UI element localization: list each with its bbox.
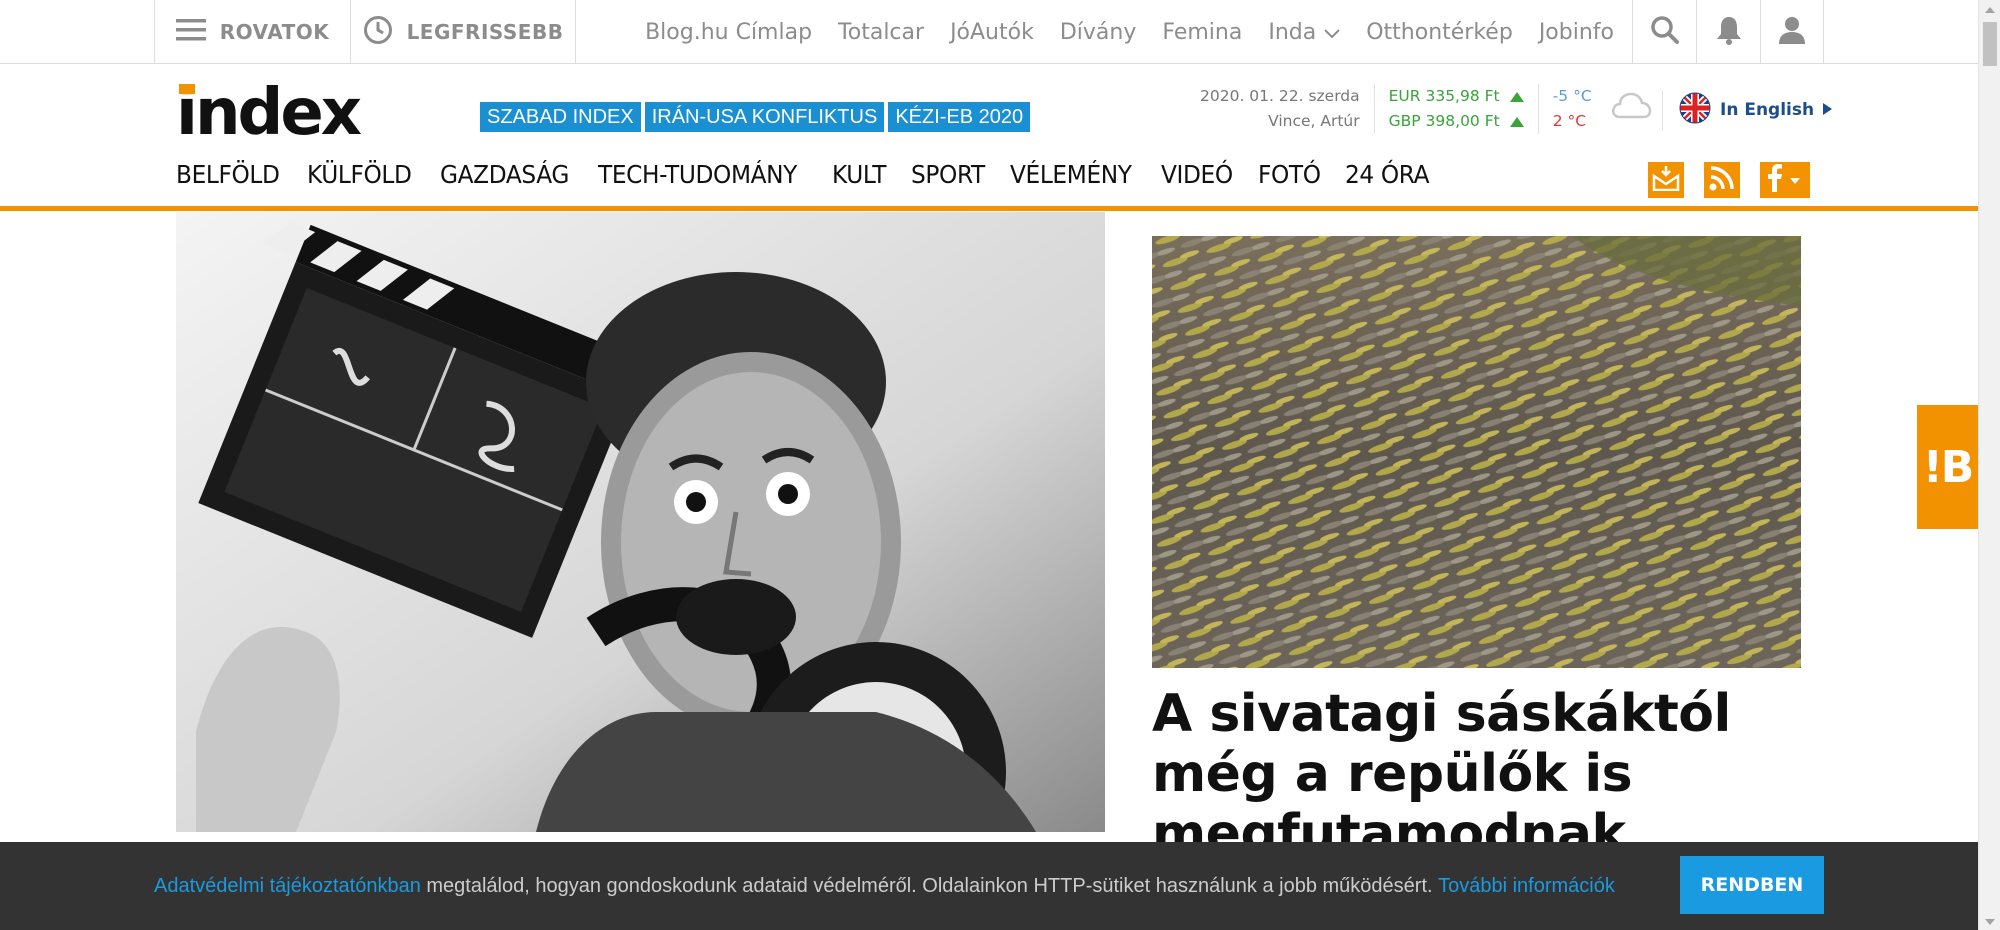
locusts-article-photo[interactable] [1152, 236, 1801, 668]
privacy-policy-link[interactable]: Adatvédelmi tájékoztatónkban [154, 875, 421, 898]
caret-down-icon [1985, 912, 1995, 930]
scroll-thumb[interactable] [1983, 22, 1997, 66]
up-arrow-icon [1509, 116, 1524, 127]
account-button[interactable] [1760, 0, 1824, 64]
nav-icons [1648, 162, 1810, 198]
accept-cookies-button[interactable]: RENDBEN [1680, 856, 1824, 914]
clock-icon [363, 15, 393, 50]
rss-icon [1709, 165, 1735, 196]
bell-icon [1715, 15, 1743, 50]
newsletter-icon [1652, 165, 1680, 196]
logo-text: index [176, 84, 362, 140]
side-tab-label: !B [1922, 441, 1975, 493]
facebook-button[interactable] [1760, 162, 1810, 198]
inda-label: Inda [1268, 19, 1317, 45]
temp-min: -5 °C [1552, 87, 1592, 105]
link-divany[interactable]: Dívány [1060, 20, 1137, 45]
play-arrow-icon [1823, 100, 1833, 120]
newsletter-button[interactable] [1648, 162, 1684, 198]
in-english-label: In English [1720, 100, 1815, 120]
link-inda-dropdown[interactable]: Inda [1268, 20, 1340, 45]
nav-sport[interactable]: SPORT [911, 160, 1013, 189]
rss-button[interactable] [1704, 162, 1740, 198]
notifications-button[interactable] [1696, 0, 1760, 64]
cookie-body-text: megtalálod, hogyan gondoskodunk adataid … [420, 874, 1439, 897]
rovatok-label: ROVATOK [219, 20, 330, 44]
date-block: 2020. 01. 22. szerda Vince, Artúr [1200, 84, 1375, 134]
link-totalcar[interactable]: Totalcar [838, 20, 924, 45]
temp-max: 2 °C [1552, 112, 1587, 130]
rovatok-button[interactable]: ROVATOK [154, 0, 350, 64]
main-nav: BELFÖLD KÜLFÖLD GAZDASÁG TECH-TUDOMÁNY K… [176, 160, 1456, 189]
blog-side-tab[interactable]: !B [1917, 405, 1978, 529]
search-icon [1650, 15, 1680, 50]
top-bar: ROVATOK LEGFRISSEBB Blog.hu Címlap Total… [0, 0, 1978, 64]
tag-iran-usa[interactable]: IRÁN-USA KONFLIKTUS [644, 102, 885, 132]
partner-links: Blog.hu Címlap Totalcar JóAutók Dívány F… [576, 0, 1632, 64]
nav-tech-tudomany[interactable]: TECH-TUDOMÁNY [598, 160, 825, 189]
cloud-icon [1610, 90, 1652, 128]
chevron-down-icon [1324, 20, 1340, 45]
nav-velemeny[interactable]: VÉLEMÉNY [1010, 160, 1160, 189]
link-blog-hu[interactable]: Blog.hu Címlap [645, 20, 812, 45]
nav-kulfold[interactable]: KÜLFÖLD [307, 160, 439, 189]
cookie-message: Adatvédelmi tájékoztatónkban megtalálod,… [154, 842, 1615, 930]
locusts-headline[interactable]: A sivatagi sáskáktól még a repülők is me… [1152, 684, 1812, 864]
in-english-link[interactable]: In English [1662, 90, 1833, 130]
link-otthonterkep[interactable]: Otthontérkép [1366, 20, 1513, 45]
caret-up-icon [1985, 0, 1995, 18]
legfrissebb-button[interactable]: LEGFRISSEBB [350, 0, 576, 64]
nav-foto[interactable]: FOTÓ [1258, 160, 1349, 189]
caret-down-icon [1790, 171, 1800, 189]
nav-belfold[interactable]: BELFÖLD [176, 160, 307, 189]
nav-divider [0, 206, 1978, 211]
lead-article-photo[interactable] [176, 212, 1105, 832]
up-arrow-icon [1509, 91, 1524, 102]
gbp-rate: GBP 398,00 Ft [1388, 112, 1500, 130]
index-logo[interactable]: index [176, 76, 451, 150]
menu-icon [175, 17, 206, 48]
link-jobinfo[interactable]: Jobinfo [1539, 20, 1614, 45]
namedays: Vince, Artúr [1268, 112, 1360, 130]
scroll-up-arrow[interactable] [1979, 0, 2000, 18]
link-femina[interactable]: Femina [1162, 20, 1242, 45]
exchange-rates[interactable]: EUR 335,98 Ft GBP 398,00 Ft [1375, 84, 1539, 134]
info-box: 2020. 01. 22. szerda Vince, Artúr EUR 33… [1200, 84, 1652, 134]
link-joautok[interactable]: JóAutók [950, 20, 1034, 45]
nav-kult[interactable]: KULT [832, 160, 914, 189]
tag-szabad-index[interactable]: SZABAD INDEX [480, 102, 641, 132]
search-button[interactable] [1632, 0, 1696, 64]
page-scrollbar[interactable] [1978, 0, 2000, 930]
nav-video[interactable]: VIDEÓ [1161, 160, 1261, 189]
weather[interactable]: -5 °C 2 °C [1539, 84, 1652, 134]
uk-flag-icon [1679, 92, 1711, 129]
scroll-down-arrow[interactable] [1979, 912, 2000, 930]
eur-rate: EUR 335,98 Ft [1388, 87, 1500, 105]
nav-gazdasag[interactable]: GAZDASÁG [440, 160, 597, 189]
trending-tags: SZABAD INDEX IRÁN-USA KONFLIKTUS KÉZI-EB… [480, 102, 1031, 132]
cookie-banner: Adatvédelmi tájékoztatónkban megtalálod,… [0, 842, 1978, 930]
user-icon [1778, 15, 1806, 50]
nav-24-ora[interactable]: 24 ÓRA [1345, 160, 1457, 189]
current-date: 2020. 01. 22. szerda [1200, 87, 1360, 105]
legfrissebb-label: LEGFRISSEBB [406, 20, 564, 44]
facebook-icon [1768, 163, 1782, 197]
tag-kezi-eb[interactable]: KÉZI-EB 2020 [888, 102, 1031, 132]
more-info-link[interactable]: További információk [1438, 875, 1615, 898]
